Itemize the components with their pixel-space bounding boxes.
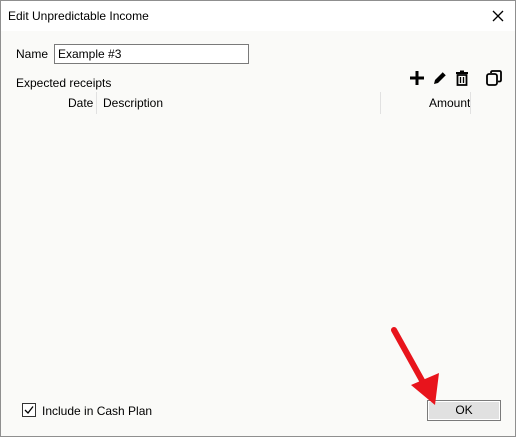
close-icon (492, 10, 504, 22)
name-label: Name (16, 47, 49, 61)
include-in-cash-plan-label[interactable]: Include in Cash Plan (42, 404, 152, 418)
annotation-arrow-icon (391, 327, 439, 405)
checkmark-icon (24, 406, 34, 414)
column-header-date[interactable]: Date (68, 91, 93, 115)
name-input[interactable] (54, 44, 249, 64)
edit-unpredictable-income-dialog: Edit Unpredictable Income Name Expected … (0, 0, 516, 437)
edit-icon (434, 71, 447, 84)
add-receipt-button[interactable] (408, 69, 426, 87)
close-button[interactable] (487, 5, 509, 27)
column-divider (380, 92, 381, 114)
copy-icon (486, 70, 502, 86)
title-bar: Edit Unpredictable Income (1, 1, 515, 31)
column-header-description[interactable]: Description (103, 91, 163, 115)
expected-receipts-label: Expected receipts (16, 76, 112, 90)
copy-receipt-button[interactable] (485, 69, 503, 87)
edit-receipt-button[interactable] (431, 69, 449, 87)
add-icon (410, 71, 424, 85)
column-divider (470, 92, 471, 114)
delete-icon (456, 70, 468, 86)
delete-receipt-button[interactable] (453, 69, 471, 87)
dialog-title: Edit Unpredictable Income (8, 9, 149, 23)
column-divider (96, 92, 97, 114)
column-header-amount[interactable]: Amount (429, 91, 470, 115)
include-in-cash-plan-checkbox[interactable] (22, 403, 36, 417)
